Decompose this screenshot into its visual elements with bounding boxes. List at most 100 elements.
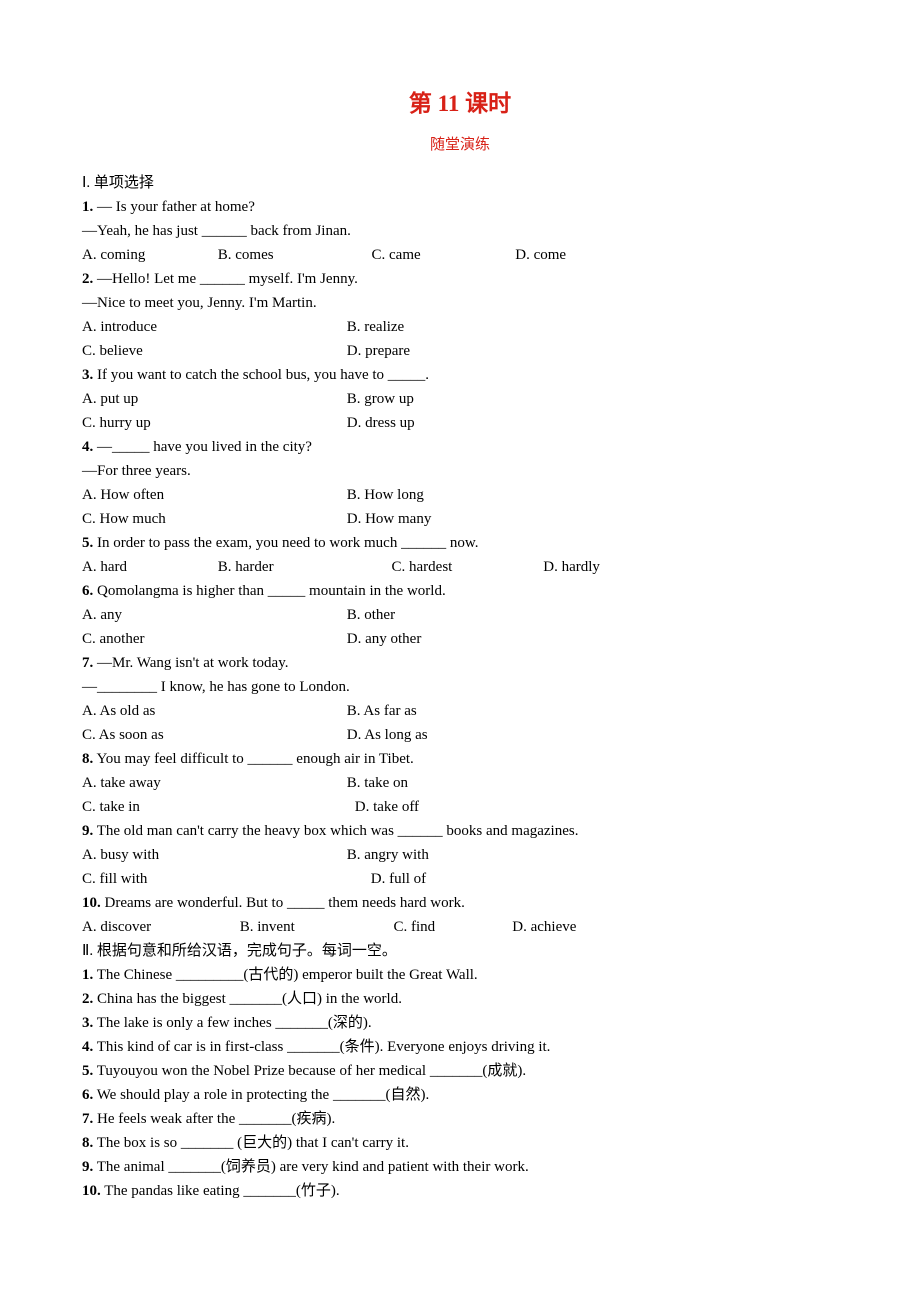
- s2-item-10: 10. The pandas like eating _______(竹子).: [82, 1179, 838, 1203]
- question-2-line1: 2. —Hello! Let me ______ myself. I'm Jen…: [82, 267, 838, 291]
- question-3-option-b: B. grow up: [347, 387, 414, 411]
- s2-text-3: The lake is only a few inches _______(深的…: [93, 1015, 371, 1031]
- question-10-option-c: C. find: [394, 915, 509, 939]
- question-7-options-row1: A. As old as B. As far as: [82, 699, 838, 723]
- question-4-options-row1: A. How often B. How long: [82, 483, 838, 507]
- question-5-option-b: B. harder: [218, 555, 388, 579]
- question-8-options-row2: C. take in D. take off: [82, 795, 838, 819]
- question-9-options-row1: A. busy with B. angry with: [82, 843, 838, 867]
- s2-num-2: 2.: [82, 991, 93, 1007]
- question-4-option-d: D. How many: [347, 507, 432, 531]
- s2-text-8: The box is so _______ (巨大的) that I can't…: [93, 1135, 409, 1151]
- s2-num-5: 5.: [82, 1063, 93, 1079]
- s2-num-9: 9.: [82, 1159, 93, 1175]
- question-4-text1: —_____ have you lived in the city?: [93, 439, 312, 455]
- question-9-options-row2: C. fill with D. full of: [82, 867, 838, 891]
- question-4-option-a: A. How often: [82, 483, 343, 507]
- s2-item-6: 6. We should play a role in protecting t…: [82, 1083, 838, 1107]
- s2-text-9: The animal _______(饲养员) are very kind an…: [93, 1159, 528, 1175]
- question-7-line2: —________ I know, he has gone to London.: [82, 675, 838, 699]
- page-subtitle: 随堂演练: [82, 133, 838, 157]
- question-6-option-a: A. any: [82, 603, 343, 627]
- question-9-text1: The old man can't carry the heavy box wh…: [93, 823, 578, 839]
- question-1-option-c: C. came: [372, 243, 512, 267]
- question-5-option-d: D. hardly: [543, 555, 600, 579]
- question-7-option-d: D. As long as: [347, 723, 428, 747]
- s2-num-6: 6.: [82, 1087, 93, 1103]
- s2-text-6: We should play a role in protecting the …: [93, 1087, 429, 1103]
- question-6-text1: Qomolangma is higher than _____ mountain…: [93, 583, 445, 599]
- question-3-option-d: D. dress up: [347, 411, 415, 435]
- question-10-line1: 10. Dreams are wonderful. But to _____ t…: [82, 891, 838, 915]
- question-5-option-c: C. hardest: [392, 555, 540, 579]
- question-5-num: 5.: [82, 535, 93, 551]
- question-8-option-b: B. take on: [347, 771, 408, 795]
- question-1-line1: 1. — Is your father at home?: [82, 195, 838, 219]
- s2-text-4: This kind of car is in first-class _____…: [93, 1039, 550, 1055]
- section-1-heading: Ⅰ. 单项选择: [82, 171, 838, 195]
- question-9-option-c: C. fill with: [82, 867, 343, 891]
- question-5-option-a: A. hard: [82, 555, 214, 579]
- question-2-options-row2: C. believe D. prepare: [82, 339, 838, 363]
- s2-num-4: 4.: [82, 1039, 93, 1055]
- question-3-options-row2: C. hurry up D. dress up: [82, 411, 838, 435]
- question-6-options-row2: C. another D. any other: [82, 627, 838, 651]
- question-4-line1: 4. —_____ have you lived in the city?: [82, 435, 838, 459]
- s2-item-9: 9. The animal _______(饲养员) are very kind…: [82, 1155, 838, 1179]
- question-3-num: 3.: [82, 367, 93, 383]
- question-5-text1: In order to pass the exam, you need to w…: [93, 535, 478, 551]
- question-8-option-d: D. take off: [355, 795, 419, 819]
- question-6-option-c: C. another: [82, 627, 343, 651]
- question-6-option-d: D. any other: [347, 627, 422, 651]
- question-2-line2: —Nice to meet you, Jenny. I'm Martin.: [82, 291, 838, 315]
- question-7-option-a: A. As old as: [82, 699, 343, 723]
- s2-item-5: 5. Tuyouyou won the Nobel Prize because …: [82, 1059, 838, 1083]
- s2-item-4: 4. This kind of car is in first-class __…: [82, 1035, 838, 1059]
- s2-item-1: 1. The Chinese _________(古代的) emperor bu…: [82, 963, 838, 987]
- question-7-option-b: B. As far as: [347, 699, 417, 723]
- question-2-num: 2.: [82, 271, 93, 287]
- question-4-num: 4.: [82, 439, 93, 455]
- s2-item-8: 8. The box is so _______ (巨大的) that I ca…: [82, 1131, 838, 1155]
- s2-item-7: 7. He feels weak after the _______(疾病).: [82, 1107, 838, 1131]
- question-1-text1: — Is your father at home?: [93, 199, 255, 215]
- section-2-heading: Ⅱ. 根据句意和所给汉语，完成句子。每词一空。: [82, 939, 838, 963]
- s2-num-7: 7.: [82, 1111, 93, 1127]
- question-5-line1: 5. In order to pass the exam, you need t…: [82, 531, 838, 555]
- question-1-option-b: B. comes: [218, 243, 368, 267]
- question-9-option-a: A. busy with: [82, 843, 343, 867]
- question-8-options-row1: A. take away B. take on: [82, 771, 838, 795]
- question-9-option-d: D. full of: [371, 867, 426, 891]
- question-1-options: A. coming B. comes C. came D. come: [82, 243, 838, 267]
- question-1-option-a: A. coming: [82, 243, 214, 267]
- s2-num-3: 3.: [82, 1015, 93, 1031]
- question-2-options-row1: A. introduce B. realize: [82, 315, 838, 339]
- question-10-text1: Dreams are wonderful. But to _____ them …: [101, 895, 465, 911]
- question-1-option-d: D. come: [515, 243, 566, 267]
- question-3-options-row1: A. put up B. grow up: [82, 387, 838, 411]
- question-10-num: 10.: [82, 895, 101, 911]
- question-1-line2: —Yeah, he has just ______ back from Jina…: [82, 219, 838, 243]
- question-10-options: A. discover B. invent C. find D. achieve: [82, 915, 838, 939]
- question-4-options-row2: C. How much D. How many: [82, 507, 838, 531]
- question-9-option-b: B. angry with: [347, 843, 429, 867]
- s2-num-8: 8.: [82, 1135, 93, 1151]
- s2-num-10: 10.: [82, 1183, 101, 1199]
- question-7-options-row2: C. As soon as D. As long as: [82, 723, 838, 747]
- question-2-option-b: B. realize: [347, 315, 404, 339]
- page-title: 第 11 课时: [82, 86, 838, 123]
- question-8-text1: You may feel difficult to ______ enough …: [93, 751, 414, 767]
- s2-text-2: China has the biggest _______(人口) in the…: [93, 991, 402, 1007]
- question-10-option-d: D. achieve: [512, 915, 576, 939]
- question-8-option-a: A. take away: [82, 771, 343, 795]
- question-4-line2: —For three years.: [82, 459, 838, 483]
- s2-text-7: He feels weak after the _______(疾病).: [93, 1111, 335, 1127]
- question-2-option-c: C. believe: [82, 339, 343, 363]
- question-6-options-row1: A. any B. other: [82, 603, 838, 627]
- question-10-option-b: B. invent: [240, 915, 390, 939]
- s2-text-10: The pandas like eating _______(竹子).: [101, 1183, 340, 1199]
- question-2-text1: —Hello! Let me ______ myself. I'm Jenny.: [93, 271, 358, 287]
- question-2-option-d: D. prepare: [347, 339, 410, 363]
- s2-text-1: The Chinese _________(古代的) emperor built…: [93, 967, 477, 983]
- question-4-option-c: C. How much: [82, 507, 343, 531]
